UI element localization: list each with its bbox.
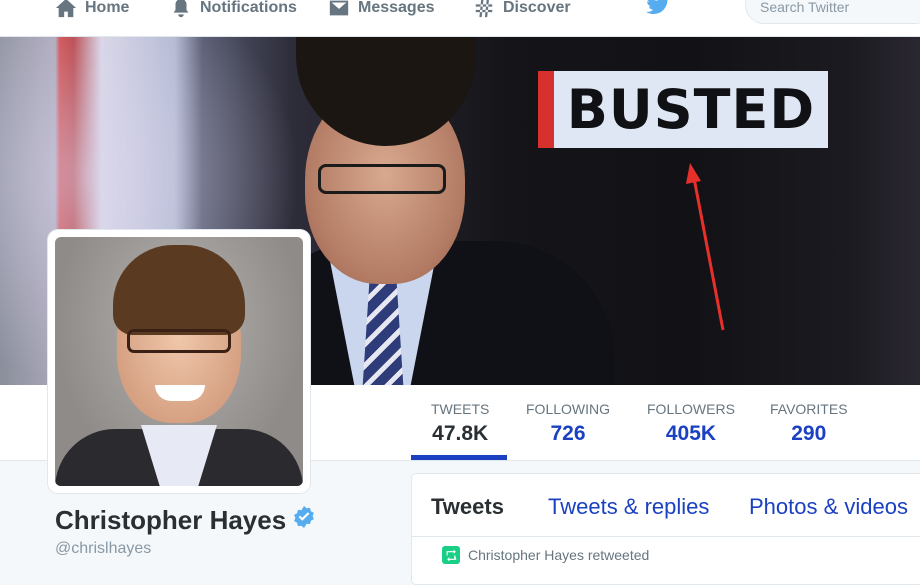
- avatar-photo: [55, 237, 303, 486]
- envelope-icon: [329, 0, 349, 16]
- stat-tweets[interactable]: TWEETS 47.8K: [431, 401, 489, 446]
- stat-followers-value: 405K: [665, 422, 717, 445]
- tab-tweets[interactable]: Tweets: [431, 494, 504, 520]
- retweet-icon: [442, 546, 460, 564]
- nav-messages-label: Messages: [358, 0, 435, 16]
- verified-badge-icon[interactable]: [292, 505, 316, 536]
- nav-home-label: Home: [85, 0, 130, 16]
- stat-tweets-label: TWEETS: [431, 401, 490, 417]
- profile-name-block: Christopher Hayes @chrislhayes: [55, 505, 316, 558]
- home-icon: [55, 0, 77, 18]
- profile-screen-name[interactable]: @chrislhayes: [55, 540, 316, 558]
- timeline-divider: [412, 536, 920, 537]
- profile-avatar[interactable]: [48, 230, 310, 493]
- nav-discover-label: Discover: [503, 0, 571, 16]
- nav-notifications-label: Notifications: [200, 0, 297, 16]
- stat-favorites-value: 290: [791, 422, 827, 445]
- search-box[interactable]: [745, 0, 920, 24]
- nav-home[interactable]: Home: [55, 0, 129, 22]
- stat-tweets-value: 47.8K: [432, 422, 489, 445]
- nav-discover[interactable]: Discover: [473, 0, 571, 22]
- stat-following-label: FOLLOWING: [526, 401, 611, 417]
- timeline-panel: Tweets Tweets & replies Photos & videos …: [411, 473, 920, 585]
- search-input[interactable]: [760, 0, 920, 15]
- twitter-bird-icon: [646, 0, 668, 14]
- hashtag-icon: [475, 0, 493, 18]
- busted-sign: BUSTED: [538, 71, 828, 148]
- stat-following-value: 726: [550, 422, 586, 445]
- stat-favorites[interactable]: FAVORITES 290: [770, 401, 848, 446]
- stat-followers[interactable]: FOLLOWERS 405K: [647, 401, 735, 446]
- stat-followers-label: FOLLOWERS: [647, 401, 735, 417]
- active-stat-indicator: [411, 455, 507, 460]
- profile-fullname-text: Christopher Hayes: [55, 505, 287, 535]
- tab-photos-videos[interactable]: Photos & videos: [749, 494, 908, 520]
- retweet-context: Christopher Hayes retweeted: [442, 546, 649, 564]
- twitter-logo[interactable]: [644, 0, 672, 18]
- retweet-context-text[interactable]: Christopher Hayes retweeted: [468, 547, 649, 563]
- nav-notifications[interactable]: Notifications: [170, 0, 297, 22]
- stat-favorites-label: FAVORITES: [770, 401, 848, 417]
- profile-fullname[interactable]: Christopher Hayes: [55, 505, 316, 536]
- bell-icon: [173, 0, 189, 18]
- top-navigation-bar: Home Notifications Messages Discover: [0, 0, 920, 37]
- nav-messages[interactable]: Messages: [328, 0, 435, 22]
- tab-tweets-replies[interactable]: Tweets & replies: [548, 494, 709, 520]
- stat-following[interactable]: FOLLOWING 726: [526, 401, 610, 446]
